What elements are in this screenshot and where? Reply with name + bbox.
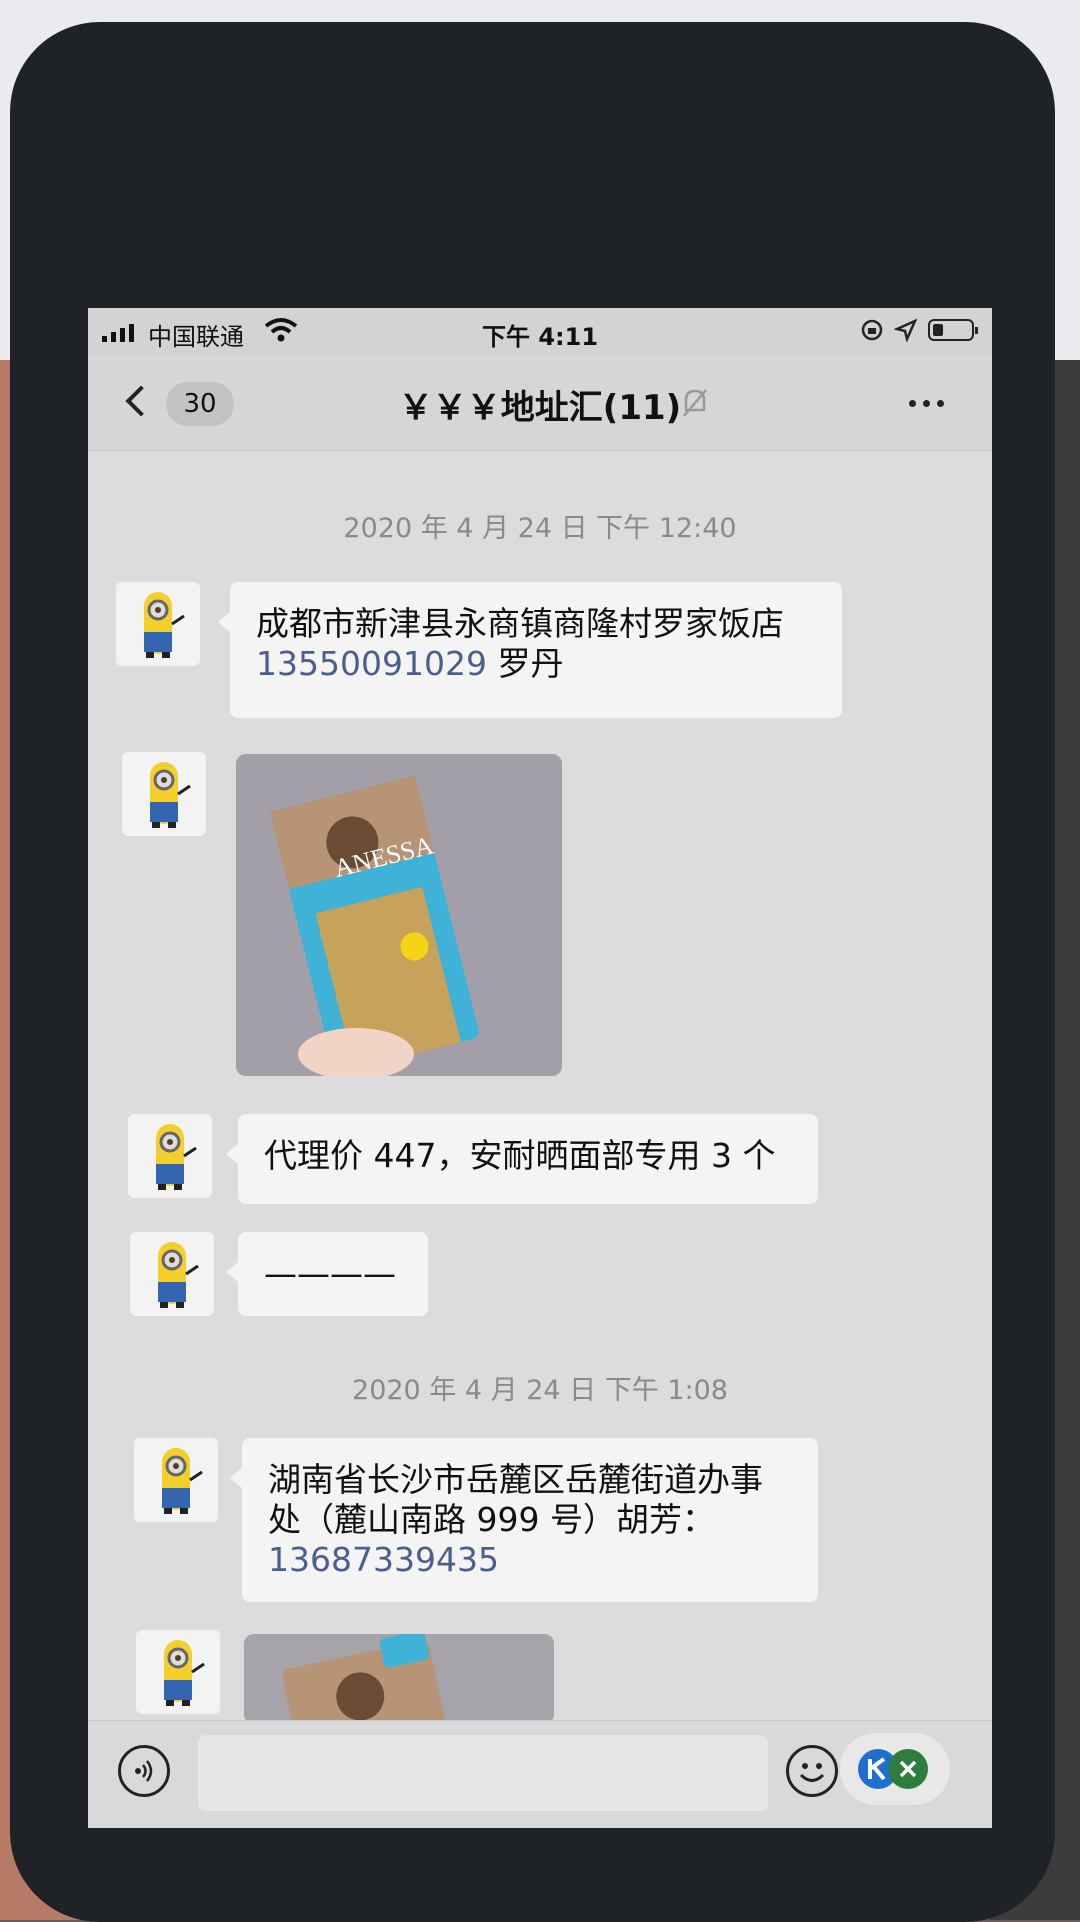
image-message[interactable] [244,1634,554,1724]
status-icons [860,318,978,342]
phone-number-link[interactable]: 13687339435 [268,1540,499,1579]
message-bubble[interactable]: 湖南省长沙市岳麓区岳麓街道办事处（麓山南路 999 号）胡芳： 136873394… [230,1438,818,1602]
avatar[interactable] [136,1630,220,1714]
phone-frame: 中国联通 下午 4:11 30 ￥￥￥地址汇(11) 2020 年 4 月 24… [10,22,1055,1922]
avatar[interactable] [130,1232,214,1316]
sunscreen-product-photo: ANESSA [236,754,562,1076]
message-bubble[interactable]: 代理价 447，安耐晒面部专用 3 个 [226,1114,818,1204]
mute-bell-icon [683,389,707,417]
status-time: 下午 4:11 [481,323,599,351]
voice-input-button[interactable] [118,1745,170,1797]
chat-title: ￥￥￥地址汇(11) [398,388,682,428]
avatar[interactable] [122,752,206,836]
avatar[interactable] [116,582,200,666]
message-text-input[interactable] [198,1735,768,1811]
message-bubble[interactable]: ———— [226,1232,428,1316]
message-timestamp: 2020 年 4 月 24 日 下午 1:08 [352,1375,728,1406]
emoji-button[interactable] [786,1745,838,1797]
status-bar: 中国联通 下午 4:11 [88,308,992,356]
minion-avatar-icon [162,1448,203,1514]
phone-number-link[interactable]: 13550091029 [256,644,487,683]
phone-screen: 中国联通 下午 4:11 30 ￥￥￥地址汇(11) 2020 年 4 月 24… [88,308,992,1828]
more-options-icon[interactable] [909,400,944,407]
image-message[interactable]: ANESSA [236,754,562,1076]
message-text: ———— [264,1254,396,1293]
message-text: 湖南省长沙市岳麓区岳麓街道办事处（麓山南路 999 号）胡芳： [268,1460,763,1539]
minion-avatar-icon [164,1640,205,1706]
chat-header: 30 ￥￥￥地址汇(11) [88,356,992,451]
floating-app-widget[interactable] [840,1733,950,1805]
emoji-icon [799,1763,825,1782]
message-input-bar [88,1720,992,1828]
minion-avatar-icon [156,1124,197,1190]
floating-widget-icons [858,1749,928,1789]
message-text: 代理价 447，安耐晒面部专用 3 个 [264,1136,776,1175]
avatar[interactable] [128,1114,212,1198]
sunscreen-product-photo [244,1634,554,1724]
rotation-lock-icon [861,319,883,341]
battery-icon [928,319,978,341]
voice-icon [135,1760,153,1782]
avatar[interactable] [134,1438,218,1522]
message-bubble[interactable]: 成都市新津县永商镇商隆村罗家饭店 13550091029 罗丹 [218,582,842,718]
message-text-suffix: 罗丹 [486,644,564,683]
message-timestamp: 2020 年 4 月 24 日 下午 12:40 [343,513,737,544]
minion-avatar-icon [144,592,185,658]
minion-avatar-icon [150,762,191,828]
location-icon [894,318,918,342]
message-text: 成都市新津县永商镇商隆村罗家饭店 [256,604,784,643]
minion-avatar-icon [158,1242,199,1308]
